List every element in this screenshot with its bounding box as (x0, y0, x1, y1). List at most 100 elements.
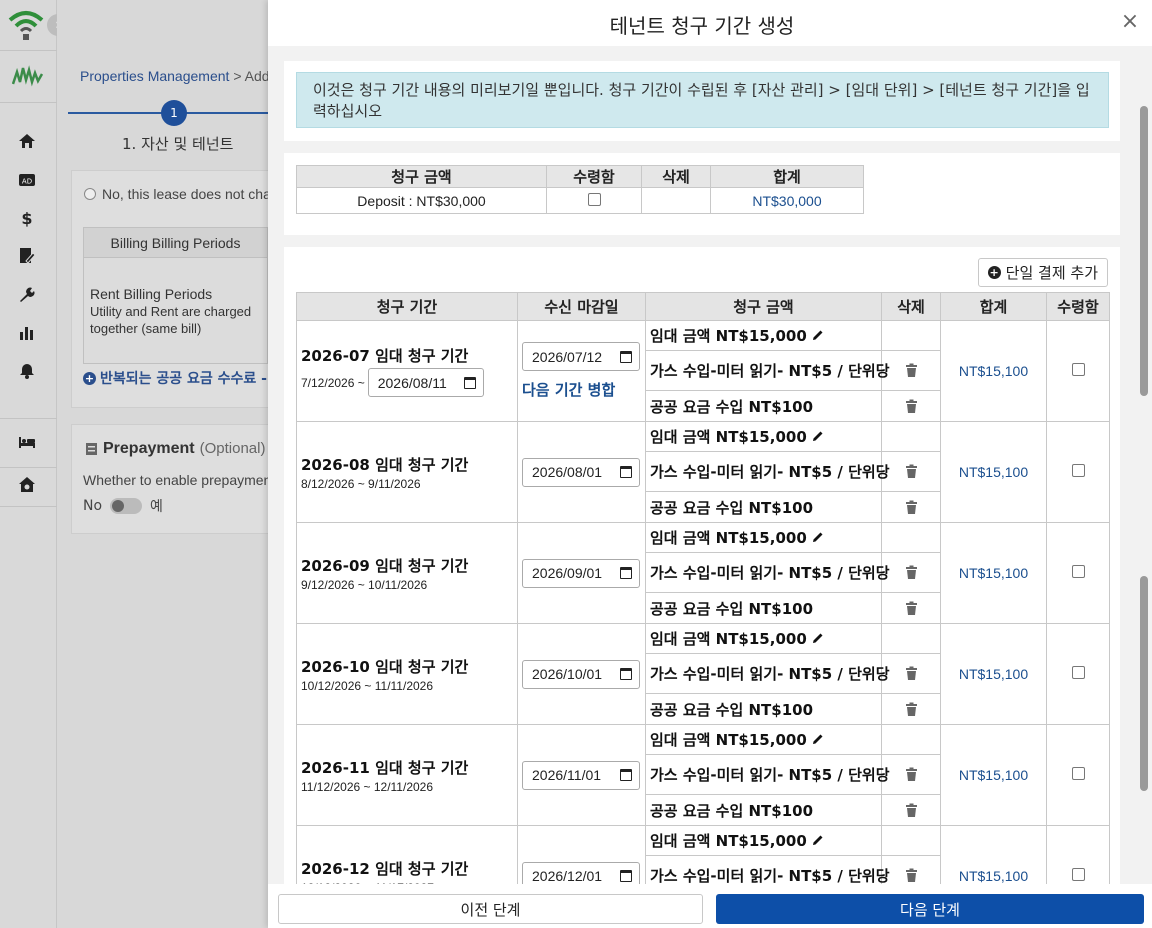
wrench-icon[interactable] (16, 284, 38, 306)
due-date-input[interactable]: 2026/12/01 (522, 861, 640, 884)
due-date-input[interactable]: 2026/07/12 (522, 342, 640, 371)
svg-text:$: $ (21, 209, 32, 227)
pencil-icon[interactable] (807, 428, 824, 446)
home-icon[interactable] (16, 130, 38, 152)
trash-icon[interactable] (882, 654, 940, 694)
column-header-period: 청구 기간 (296, 292, 518, 321)
table-row: 2026-12 임대 청구 기간12/12/2026 ~ 11/17/20272… (296, 825, 1110, 884)
breadcrumb-separator: > (233, 68, 242, 84)
scrollbar-thumb[interactable] (1140, 576, 1148, 791)
merge-next-period-link[interactable]: 다음 기간 병합 (522, 379, 645, 400)
delete-cell (881, 825, 941, 884)
due-date-input[interactable]: 2026/09/01 (522, 558, 640, 588)
date-input-value: 2026/11/01 (532, 767, 602, 783)
plus-circle-icon: + (83, 371, 96, 385)
date-input-value: 2026/08/01 (532, 464, 603, 480)
received-checkbox[interactable] (1071, 867, 1085, 881)
period-cell: 2026-08 임대 청구 기간 8/12/2026 ~ 9/11/2026 (296, 421, 518, 523)
trash-icon[interactable] (882, 856, 940, 884)
rent-charge-text: 임대 금액 NT$15,000 (650, 832, 807, 850)
previous-step-button[interactable]: 이전 단계 (278, 894, 703, 924)
received-cell (1046, 623, 1110, 725)
contract-edit-icon[interactable] (16, 245, 38, 267)
charges-cell: 임대 금액 NT$15,000 가스 수입-미터 읽기- NT$5 / 단위당공공… (645, 320, 890, 422)
dollar-icon[interactable]: $ (16, 207, 38, 229)
next-step-button[interactable]: 다음 단계 (716, 894, 1144, 924)
modal-scrollbar[interactable] (1140, 106, 1148, 884)
add-recurring-utility-link[interactable]: + 반복되는 공공 요금 수수료 - (83, 368, 267, 388)
radio-label: No, this lease does not char (102, 186, 276, 202)
close-button[interactable]: × (1118, 10, 1142, 34)
calendar-icon (620, 466, 632, 478)
column-header-total: 합계 (710, 165, 864, 188)
trash-icon[interactable] (882, 593, 940, 623)
delete-cell (881, 421, 941, 523)
date-input-value: 2026/12/01 (532, 868, 603, 884)
utility-charge: 공공 요금 수입 NT$100 (650, 498, 814, 517)
period-end-date-input[interactable]: 2026/08/11 (367, 368, 484, 397)
received-checkbox[interactable] (1071, 463, 1085, 477)
trash-icon[interactable] (882, 351, 940, 391)
billing-periods-line: Utility and Rent are charged (90, 304, 252, 319)
period-total: NT$15,100 (940, 522, 1047, 624)
gas-charge: 가스 수입-미터 읽기- NT$5 / 단위당 (646, 755, 890, 795)
trash-icon[interactable] (882, 492, 940, 522)
trash-icon[interactable] (882, 694, 940, 724)
pencil-icon[interactable] (807, 630, 824, 648)
document-icon (86, 442, 97, 455)
breadcrumb-link-properties[interactable]: Properties Management (80, 68, 229, 84)
period-total: NT$15,100 (940, 623, 1047, 725)
ad-icon[interactable]: AD (16, 169, 38, 191)
date-input-value: 2026/07/12 (532, 348, 603, 365)
received-checkbox[interactable] (587, 192, 601, 206)
scrollbar-thumb[interactable] (1140, 106, 1148, 396)
due-date-input[interactable]: 2026/11/01 (522, 760, 640, 790)
period-name: 2026-07 임대 청구 기간 (301, 347, 469, 365)
prepayment-toggle-row: No 예 (83, 496, 163, 516)
table-row: 2026-08 임대 청구 기간 8/12/2026 ~ 9/11/2026 202… (296, 421, 1110, 523)
radio-button[interactable] (84, 188, 96, 200)
bed-icon[interactable] (16, 431, 38, 453)
due-date-input[interactable]: 2026/08/01 (522, 457, 640, 487)
breadcrumb-current: Add (244, 68, 270, 84)
bell-icon[interactable] (16, 360, 38, 382)
divider (0, 467, 57, 468)
rent-charge-text: 임대 금액 NT$15,000 (650, 630, 807, 648)
delete-placeholder (882, 826, 940, 856)
received-checkbox[interactable] (1071, 564, 1085, 578)
trash-icon[interactable] (882, 755, 940, 795)
column-header-delete: 삭제 (641, 165, 711, 188)
received-checkbox[interactable] (1071, 665, 1085, 679)
trash-icon[interactable] (882, 553, 940, 593)
add-single-payment-button[interactable]: + 단일 결제 추가 (977, 258, 1108, 287)
column-header-due: 수신 마감일 (517, 292, 646, 321)
modal-title: 테넌트 청구 기간 생성 (609, 14, 795, 38)
pencil-icon[interactable] (807, 327, 824, 345)
received-checkbox[interactable] (1071, 362, 1085, 376)
rent-charge: 임대 금액 NT$15,000 (646, 321, 881, 351)
pencil-icon[interactable] (807, 731, 824, 749)
gas-charge: 가스 수입-미터 읽기- NT$5 / 단위당 (646, 856, 890, 884)
due-date-input[interactable]: 2026/10/01 (522, 659, 640, 689)
trash-icon[interactable] (882, 391, 940, 421)
sidebar: › AD $ (0, 0, 69, 928)
date-input-value: 2026/09/01 (532, 565, 603, 581)
billing-periods-line: Rent Billing Periods (90, 286, 213, 302)
house-settings-icon[interactable] (16, 474, 38, 496)
trash-icon[interactable] (882, 452, 940, 492)
period-total: NT$15,100 (940, 421, 1047, 523)
billing-periods-table: 청구 기간 수신 마감일 청구 금액 삭제 합계 수령함 2026-07 임대 … (296, 292, 1110, 884)
create-billing-period-modal: 테넌트 청구 기간 생성 × 이것은 청구 기간 내용의 미리보기일 뿐입니다.… (268, 0, 1152, 928)
billing-periods-cell: Rent Billing Periods Utility and Rent ar… (90, 286, 251, 337)
step-label: 1. 자산 및 테넌트 (122, 135, 234, 153)
rent-charge: 임대 금액 NT$15,000 (646, 624, 881, 654)
bar-chart-icon[interactable] (16, 322, 38, 344)
lease-radio-option[interactable]: No, this lease does not char (84, 186, 276, 202)
received-checkbox[interactable] (1071, 766, 1085, 780)
pencil-icon[interactable] (807, 529, 824, 547)
toggle-no-label: No (83, 498, 103, 514)
trash-icon[interactable] (882, 795, 940, 825)
pencil-icon[interactable] (807, 832, 824, 850)
charges-cell: 임대 금액 NT$15,000 가스 수입-미터 읽기- NT$5 / 단위당공공… (645, 623, 890, 725)
prepayment-toggle[interactable] (110, 498, 143, 514)
